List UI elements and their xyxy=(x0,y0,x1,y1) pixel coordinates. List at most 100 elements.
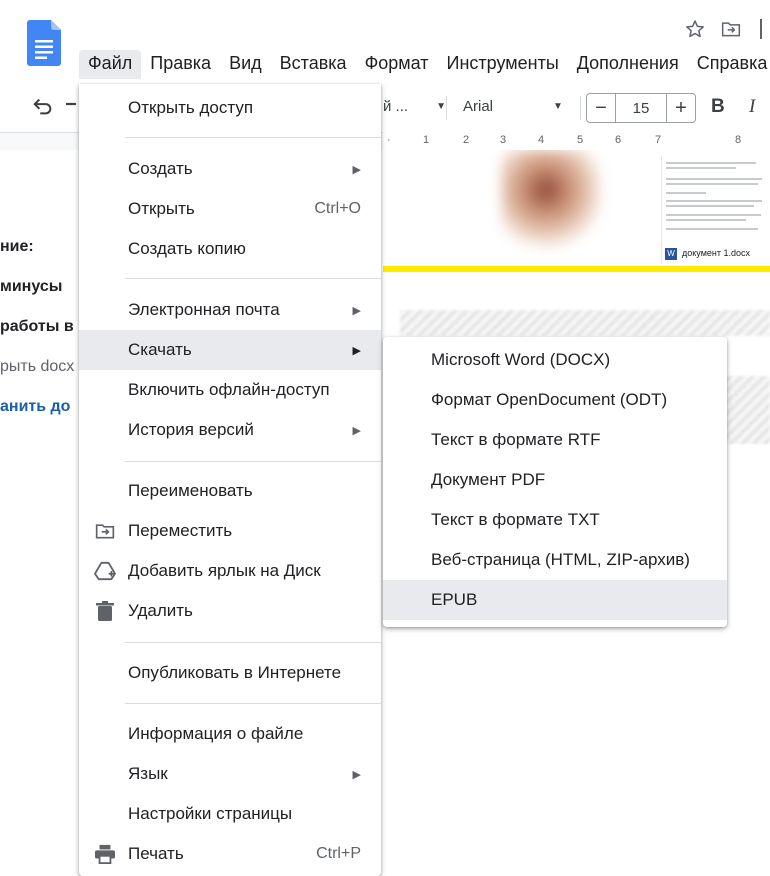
submenu-arrow-icon: ▶ xyxy=(352,344,361,357)
download-odt[interactable]: Формат OpenDocument (ODT) xyxy=(383,380,727,420)
menu-publish[interactable]: Опубликовать в Интернете xyxy=(79,653,381,693)
menu-divider xyxy=(125,278,381,279)
decrease-font-size-button[interactable]: − xyxy=(586,93,616,123)
download-html[interactable]: Веб-страница (HTML, ZIP-архив) xyxy=(383,540,727,580)
ruler-tick: 6 xyxy=(615,134,622,146)
menu-print[interactable]: Печать Ctrl+P xyxy=(79,834,381,874)
menu-create-label: Создать xyxy=(128,159,193,178)
ruler-tick: 5 xyxy=(577,134,584,146)
outline-item[interactable]: анить до xyxy=(0,398,70,416)
download-docx[interactable]: Microsoft Word (DOCX) xyxy=(383,340,727,380)
menu-offline[interactable]: Включить офлайн-доступ xyxy=(79,370,381,410)
menu-language[interactable]: Язык ▶ xyxy=(79,754,381,794)
download-rtf-label: Текст в формате RTF xyxy=(431,430,601,449)
menu-share-label: Открыть доступ xyxy=(128,98,254,117)
menu-rename-label: Переименовать xyxy=(128,481,253,500)
chevron-down-icon: ▼ xyxy=(553,101,563,112)
menu-language-label: Язык xyxy=(128,764,168,783)
ruler-tick: 1 xyxy=(423,134,430,146)
menu-download-label: Скачать xyxy=(128,340,192,359)
blurred-content xyxy=(400,310,770,336)
menu-download[interactable]: Скачать ▶ xyxy=(79,330,381,370)
increase-font-size-button[interactable]: + xyxy=(666,93,696,123)
download-epub[interactable]: EPUB xyxy=(383,580,727,620)
horizontal-ruler[interactable]: · 1 2 3 4 5 6 7 8 xyxy=(383,132,770,151)
download-txt-label: Текст в формате TXT xyxy=(431,510,600,529)
docs-logo-icon[interactable] xyxy=(27,20,61,66)
menu-email[interactable]: Электронная почта ▶ xyxy=(79,290,381,330)
font-size-input[interactable]: 15 xyxy=(616,93,666,123)
menu-format[interactable]: Формат xyxy=(356,50,438,79)
menu-delete-label: Удалить xyxy=(128,601,193,620)
font-size-stepper: − 15 + xyxy=(586,93,696,123)
printer-icon xyxy=(94,844,116,864)
outline-heading[interactable]: работы в xyxy=(0,318,74,336)
menu-print-shortcut: Ctrl+P xyxy=(316,845,361,862)
chevron-down-icon: ▼ xyxy=(436,101,446,112)
menu-share[interactable]: Открыть доступ xyxy=(79,88,381,128)
menu-divider xyxy=(125,703,381,704)
submenu-arrow-icon: ▶ xyxy=(352,768,361,781)
submenu-arrow-icon: ▶ xyxy=(352,163,361,176)
redo-icon[interactable] xyxy=(66,96,80,116)
app-header: Файл Правка Вид Вставка Формат Инструмен… xyxy=(0,0,770,85)
folder-move-icon xyxy=(94,521,116,541)
italic-button[interactable]: I xyxy=(749,96,755,118)
toolbar-divider xyxy=(446,96,447,120)
submenu-arrow-icon: ▶ xyxy=(352,424,361,437)
document-thumbnail: W документ 1.docx xyxy=(661,156,768,264)
outline-item[interactable]: рыть docx xyxy=(0,358,74,376)
menu-addons[interactable]: Дополнения xyxy=(568,50,688,79)
ruler-tick: 8 xyxy=(735,134,742,146)
menu-page-setup-label: Настройки страницы xyxy=(128,804,293,823)
cloud-status-icon[interactable] xyxy=(756,18,770,40)
menu-view[interactable]: Вид xyxy=(220,50,271,79)
menu-open-label: Открыть xyxy=(128,199,195,218)
menu-info-label: Информация о файле xyxy=(128,724,304,743)
blurred-photo xyxy=(501,150,601,250)
download-docx-label: Microsoft Word (DOCX) xyxy=(431,350,611,369)
download-txt[interactable]: Текст в формате TXT xyxy=(383,500,727,540)
ruler-marks: · xyxy=(387,134,391,146)
menu-open-shortcut: Ctrl+O xyxy=(314,200,361,217)
download-pdf[interactable]: Документ PDF xyxy=(383,460,727,500)
download-odt-label: Формат OpenDocument (ODT) xyxy=(431,390,668,409)
menu-add-shortcut-label: Добавить ярлык на Диск xyxy=(128,561,321,580)
menu-history-label: История версий xyxy=(128,420,254,439)
style-select[interactable]: й ... ▼ xyxy=(383,98,446,115)
trash-icon xyxy=(94,601,116,621)
menu-offline-label: Включить офлайн-доступ xyxy=(128,380,330,399)
menu-divider xyxy=(125,137,381,138)
menu-page-setup[interactable]: Настройки страницы xyxy=(79,794,381,834)
undo-icon[interactable] xyxy=(32,96,54,116)
embedded-screenshot[interactable]: W документ 1.docx xyxy=(383,150,770,268)
ruler-tick: 3 xyxy=(500,134,507,146)
menu-open[interactable]: Открыть Ctrl+O xyxy=(79,189,381,229)
move-to-folder-icon[interactable] xyxy=(720,18,742,40)
menu-divider xyxy=(125,461,381,462)
font-select[interactable]: Arial ▼ xyxy=(463,98,563,115)
highlight-rule xyxy=(383,266,770,272)
outline-heading[interactable]: ние: xyxy=(0,238,34,256)
download-rtf[interactable]: Текст в формате RTF xyxy=(383,420,727,460)
menu-divider xyxy=(125,642,381,643)
menu-delete[interactable]: Удалить xyxy=(79,591,381,631)
menu-edit[interactable]: Правка xyxy=(141,50,220,79)
menu-move[interactable]: Переместить xyxy=(79,511,381,551)
star-icon[interactable] xyxy=(684,18,706,40)
bold-button[interactable]: B xyxy=(711,96,725,118)
menu-copy[interactable]: Создать копию xyxy=(79,229,381,269)
menu-tools[interactable]: Инструменты xyxy=(438,50,568,79)
submenu-arrow-icon: ▶ xyxy=(352,304,361,317)
menu-create[interactable]: Создать ▶ xyxy=(79,149,381,189)
menu-info[interactable]: Информация о файле xyxy=(79,714,381,754)
word-file-icon: W xyxy=(665,248,677,260)
menu-add-shortcut[interactable]: Добавить ярлык на Диск xyxy=(79,551,381,591)
menu-history[interactable]: История версий ▶ xyxy=(79,410,381,450)
menu-file[interactable]: Файл xyxy=(79,50,142,79)
menu-help[interactable]: Справка xyxy=(688,50,770,79)
menu-rename[interactable]: Переименовать xyxy=(79,471,381,511)
menu-insert[interactable]: Вставка xyxy=(271,50,356,79)
outline-heading[interactable]: минусы xyxy=(0,278,62,296)
menu-copy-label: Создать копию xyxy=(128,239,246,258)
